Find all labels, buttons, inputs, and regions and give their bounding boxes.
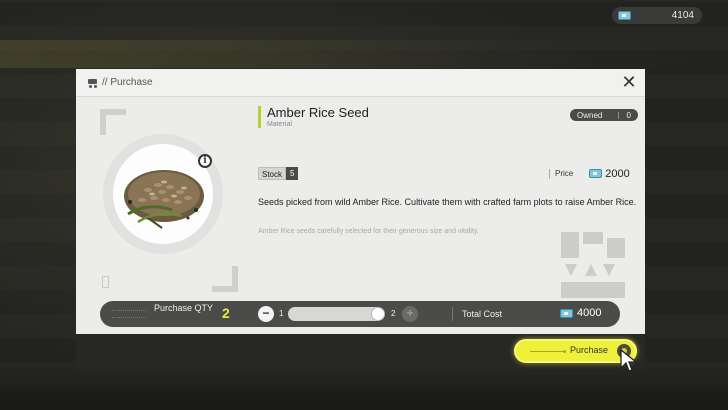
stock-value: 5 <box>286 167 299 180</box>
quantity-label: Purchase QTY <box>154 303 214 313</box>
item-description: Seeds picked from wild Amber Rice. Culti… <box>258 197 637 207</box>
purchase-deco-line <box>530 350 566 353</box>
quantity-deco <box>112 310 146 318</box>
background-shade <box>0 365 728 410</box>
item-type: Material <box>267 121 292 128</box>
stock-badge: Stock 5 <box>258 167 299 180</box>
close-icon: ✕ <box>621 72 637 93</box>
slider-max-label: 2 <box>391 309 396 318</box>
owned-badge: Owned 0 <box>570 109 638 121</box>
decorative-pattern <box>561 232 625 298</box>
info-icon[interactable]: i <box>198 154 212 168</box>
cart-icon <box>86 78 98 88</box>
decrease-quantity-button[interactable]: − <box>258 306 274 322</box>
price-display: Price 2000 <box>549 167 630 180</box>
modal-title: // Purchase <box>102 77 153 88</box>
item-name: Amber Rice Seed <box>267 105 369 120</box>
purchase-button[interactable]: Purchase <box>514 339 637 363</box>
ticket-icon <box>618 11 631 20</box>
purchase-button-label: Purchase <box>570 345 609 355</box>
quantity-slider[interactable] <box>288 307 384 321</box>
frame-mark <box>102 276 109 288</box>
quantity-slider-thumb[interactable] <box>371 307 385 321</box>
currency-display: 4104 <box>612 7 702 24</box>
ticket-icon <box>560 308 573 318</box>
owned-value: 0 <box>626 110 631 120</box>
minus-icon: − <box>262 306 270 320</box>
stock-label: Stock <box>258 167 287 180</box>
slider-min-label: 1 <box>279 309 284 318</box>
purchase-modal: // Purchase ✕ i Amber Rice Seed Material… <box>76 69 645 372</box>
amber-rice-seed-icon <box>124 170 204 229</box>
ticket-icon <box>589 169 603 178</box>
price-label: Price <box>555 169 574 178</box>
price-value: 2000 <box>605 167 630 180</box>
mouse-cursor-icon <box>620 349 638 372</box>
modal-header: // Purchase ✕ <box>76 69 645 97</box>
background-banner <box>0 40 728 68</box>
increase-quantity-button[interactable]: + <box>402 306 418 322</box>
owned-label: Owned <box>577 110 603 120</box>
total-cost: 4000 <box>560 307 601 319</box>
quantity-value: 2 <box>222 305 230 321</box>
item-title-block: Amber Rice Seed Material <box>258 106 369 128</box>
total-cost-value: 4000 <box>577 307 602 319</box>
quantity-bar: Purchase QTY 2 − 1 2 + Total Cost 4000 <box>100 301 620 327</box>
total-cost-label: Total Cost <box>462 309 503 319</box>
close-button[interactable]: ✕ <box>621 72 637 93</box>
plus-icon: + <box>406 306 414 320</box>
modal-body: i Amber Rice Seed Material Owned 0 Stock… <box>76 97 645 334</box>
frame-corner-bottom-right <box>212 266 238 292</box>
currency-amount: 4104 <box>671 10 694 21</box>
frame-corner-top-left <box>100 109 126 135</box>
